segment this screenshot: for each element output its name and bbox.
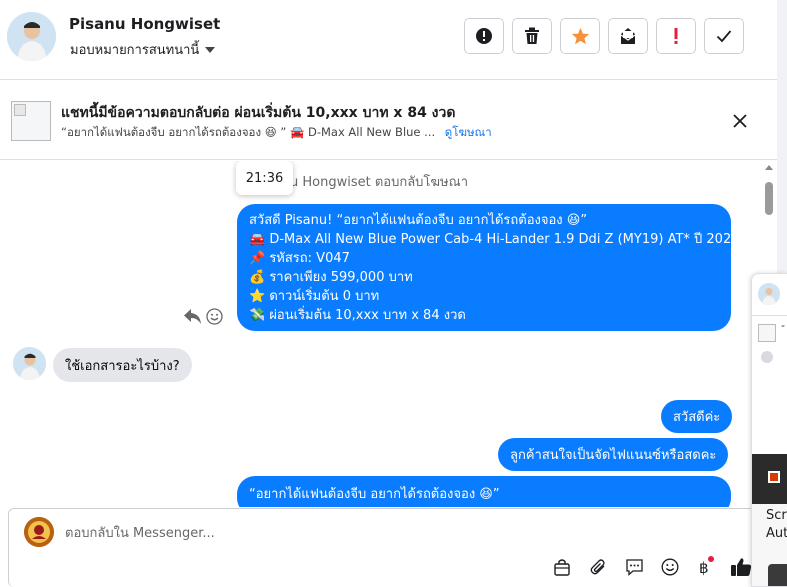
ad-message-bubble[interactable]: สวัสดี Pisanu! “อยากได้แฟนต้องจีบ อยากได… (237, 204, 740, 331)
saved-reply-icon (625, 559, 643, 576)
side-panel-text-line: Aut (766, 526, 787, 541)
delete-button[interactable] (512, 18, 552, 54)
alert-circle-icon (476, 28, 492, 44)
chevron-down-icon (205, 47, 216, 53)
timestamp-tooltip: 21:36 (236, 161, 293, 195)
conversation-header: Pisanu Hongwiset มอบหมายการสนทนานี้ (0, 0, 777, 80)
outgoing-message-bubble[interactable]: สวัสดีค่ะ (661, 400, 733, 433)
composer-box: ฿ (8, 508, 760, 587)
scroll-up-arrow-icon[interactable] (765, 165, 773, 170)
ad-message-line: 📌 รหัสรถ: V047 (249, 251, 350, 266)
react-emoji-icon[interactable] (206, 308, 223, 325)
mark-unread-button[interactable] (608, 18, 648, 54)
side-panel-button[interactable] (768, 564, 787, 586)
done-button[interactable] (704, 18, 744, 54)
side-panel-text-line: Scre (766, 508, 787, 523)
ad-title: แชทนี้มีข้อความตอบกลับต่อ ผ่อนเริ่มต้น 1… (61, 105, 456, 121)
follow-up-button[interactable] (656, 18, 696, 54)
side-panel-quote: “ (781, 324, 786, 333)
view-ad-link[interactable]: ดูโฆษณา (445, 125, 492, 139)
svg-text:฿: ฿ (699, 559, 709, 577)
screenshot-tool-icon (768, 471, 780, 483)
bag-icon (554, 559, 570, 576)
message-thread[interactable]: u Hongwiset ตอบกลับโฆษณา 21:36 สวัสดี Pi… (0, 161, 777, 507)
scroll-thumb[interactable] (765, 182, 773, 215)
ad-subtitle-text: “อยากได้แฟนต้องจีบ อยากได้รถต้องจอง 😆 ” … (61, 125, 436, 139)
ad-thumbnail-image[interactable] (11, 101, 51, 141)
like-icon (731, 558, 752, 576)
side-panel-avatar-small (761, 351, 773, 363)
contact-name[interactable]: Pisanu Hongwiset (69, 15, 220, 33)
assign-label: มอบหมายการสนทนานี้ (70, 43, 200, 58)
reply-icon[interactable] (183, 308, 202, 325)
incoming-message-bubble[interactable]: ใช้เอกสารอะไรบ้าง? (53, 348, 192, 382)
page-avatar (24, 517, 54, 547)
side-panel-ad-thumbnail (758, 324, 776, 342)
saved-reply-button[interactable] (622, 555, 646, 579)
emoji-icon (661, 558, 679, 576)
outgoing-message-bubble[interactable]: ลูกค้าสนใจเป็นจัดไฟแนนซ์หรือสดคะ (498, 438, 729, 471)
side-panel-avatar (758, 283, 780, 305)
side-panel-text: Scre Aut (766, 507, 787, 543)
assign-conversation-dropdown[interactable]: มอบหมายการสนทนานี้ (70, 39, 216, 60)
ad-message-line: 🚘 D-Max All New Blue Power Cab-4 Hi-Land… (249, 232, 740, 247)
composer: ฿ (0, 507, 777, 587)
message-actions (183, 308, 223, 325)
paperclip-icon (590, 559, 605, 575)
exclamation-icon (674, 28, 678, 44)
ad-reply-note: u Hongwiset ตอบกลับโฆษณา (290, 175, 468, 190)
check-icon (716, 30, 732, 43)
emoji-button[interactable] (658, 555, 682, 579)
ad-message-line: ⭐ ดาวน์เริ่มต้น 0 บาท (249, 289, 380, 304)
reply-input[interactable] (65, 522, 665, 544)
mail-icon (620, 28, 636, 44)
ad-message-line: 💰 ราคาเพียง 599,000 บาท (249, 270, 413, 285)
contact-avatar[interactable] (7, 12, 56, 61)
outgoing-message-bubble[interactable]: “อยากได้แฟนต้องจีบ อยากได้รถต้องจอง 😆” (237, 476, 731, 507)
ad-subtitle: “อยากได้แฟนต้องจีบ อยากได้รถต้องจอง 😆 ” … (61, 124, 492, 142)
star-button[interactable] (560, 18, 600, 54)
ad-message-line: สวัสดี Pisanu! “อยากได้แฟนต้องจีบ อยากได… (249, 213, 588, 228)
side-panel-divider (752, 315, 787, 316)
star-icon (571, 27, 589, 45)
attach-button[interactable] (586, 555, 610, 579)
contact-avatar-small[interactable] (13, 347, 46, 380)
close-ad-bar-button[interactable] (728, 109, 752, 133)
trash-icon (525, 27, 539, 44)
payment-icon: ฿ (699, 556, 714, 577)
ad-message-line: 💸 ผ่อนเริ่มต้น 10,xxx บาท x 84 งวด (249, 308, 466, 323)
bag-button[interactable] (550, 555, 574, 579)
ad-context-bar: แชทนี้มีข้อความตอบกลับต่อ ผ่อนเริ่มต้น 1… (0, 81, 777, 160)
side-preview-panel[interactable]: “ Scre Aut (751, 273, 787, 587)
spam-button[interactable] (464, 18, 504, 54)
payment-button[interactable]: ฿ (694, 555, 718, 579)
like-button[interactable] (729, 555, 753, 579)
close-icon (733, 114, 747, 128)
